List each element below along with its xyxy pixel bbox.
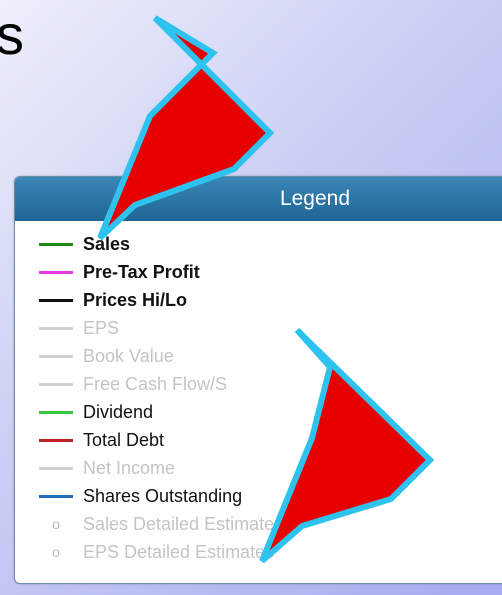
legend-item-label: EPS Detailed Estimates: [83, 541, 275, 562]
legend-title: Legend: [15, 177, 502, 221]
legend-item-net-income[interactable]: Net Income: [39, 455, 175, 481]
legend-item-label: Free Cash Flow/S: [83, 373, 228, 394]
series-swatch-icon: [39, 410, 73, 414]
legend-item-sales-detailed-estimates[interactable]: o Sales Detailed Estimates: [39, 511, 283, 537]
series-swatch-icon: [39, 382, 73, 386]
legend-item-free-cash-flow[interactable]: Free Cash Flow/S: [39, 371, 227, 397]
legend-item-prices-hi-lo[interactable]: Prices Hi/Lo: [39, 287, 187, 313]
series-swatch-icon: [39, 494, 73, 498]
legend-item-shares-outstanding[interactable]: Shares Outstanding: [39, 483, 242, 509]
legend-item-label: Book Value: [83, 345, 174, 366]
series-swatch-icon: [39, 438, 73, 442]
legend-panel: Legend Sales Pre-Tax Profit Prices Hi/Lo…: [14, 176, 502, 584]
series-swatch-icon: [39, 326, 73, 330]
legend-item-sales[interactable]: Sales: [39, 231, 130, 257]
legend-item-label: EPS: [83, 317, 120, 338]
legend-item-eps[interactable]: EPS: [39, 315, 119, 341]
legend-item-label: Prices Hi/Lo: [83, 289, 188, 310]
series-swatch-icon: [39, 466, 73, 470]
legend-item-eps-detailed-estimates[interactable]: o EPS Detailed Estimates: [39, 539, 274, 565]
legend-item-label: Pre-Tax Profit: [83, 261, 200, 282]
legend-item-label: Dividend: [83, 401, 154, 422]
legend-item-label: Total Debt: [83, 429, 165, 450]
legend-item-dividend[interactable]: Dividend: [39, 399, 153, 425]
legend-item-label: Sales: [83, 233, 131, 254]
legend-item-label: Shares Outstanding: [83, 485, 243, 506]
legend-item-total-debt[interactable]: Total Debt: [39, 427, 164, 453]
series-swatch-icon: [39, 354, 73, 358]
bullet-icon: o: [52, 516, 60, 532]
heading-fragment: s: [0, 3, 24, 66]
series-swatch-icon: [39, 242, 73, 246]
series-swatch-icon: [39, 298, 73, 302]
legend-item-pre-tax-profit[interactable]: Pre-Tax Profit: [39, 259, 200, 285]
series-swatch-icon: [39, 270, 73, 274]
bullet-icon: o: [52, 544, 60, 560]
legend-item-label: Sales Detailed Estimates: [83, 513, 284, 534]
legend-item-label: Net Income: [83, 457, 176, 478]
legend-item-book-value[interactable]: Book Value: [39, 343, 174, 369]
